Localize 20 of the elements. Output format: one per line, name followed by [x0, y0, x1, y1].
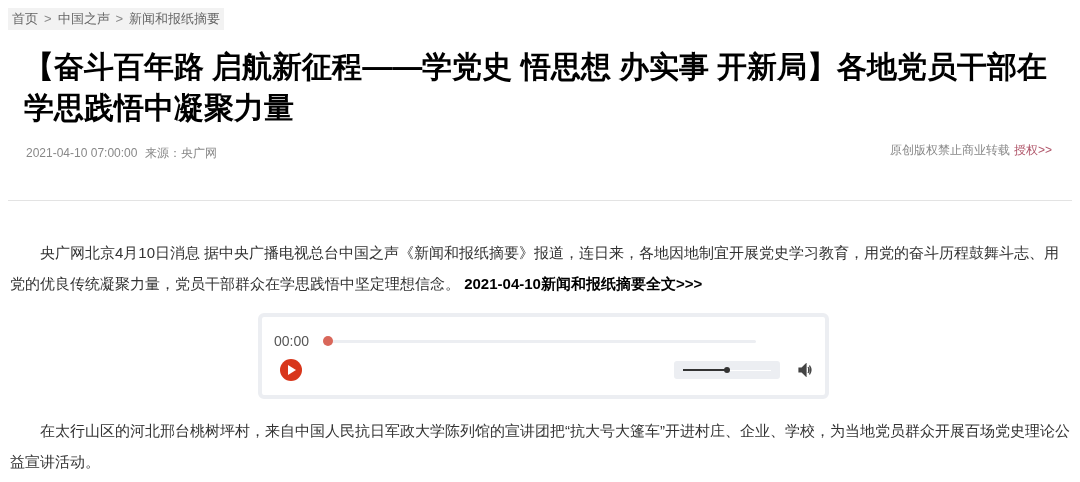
progress-thumb[interactable] [323, 335, 334, 346]
article-paragraph: 在太行山区的河北邢台桃树坪村，来自中国人民抗日军政大学陈列馆的宣讲团把“抗大号大篷车”开进村庄、企业、学校，为当地党员群众开展百场党史理论公益宣讲活动。 [10, 421, 1070, 472]
play-icon [286, 365, 296, 375]
volume-slider[interactable] [674, 361, 780, 379]
breadcrumb-link[interactable]: 首页 [12, 9, 38, 29]
copyright-notice: 原创版权禁止商业转载 [890, 142, 1010, 159]
article-title: 【奋斗百年路 启航新征程——学党史 悟思想 办实事 开新局】各地党员干部在学思践悟中凝聚力量 [24, 49, 1049, 126]
time-label: 00:00 [274, 333, 310, 349]
speaker-icon[interactable] [798, 363, 812, 377]
breadcrumb-link[interactable]: 新闻和报纸摘要 [129, 9, 221, 29]
breadcrumb-separator: > [115, 10, 124, 28]
volume-thumb[interactable] [724, 367, 730, 373]
article-source: 来源：央广网 [145, 145, 218, 162]
full-text-link[interactable]: 2021-04-10新闻和报纸摘要全文>>> [464, 275, 703, 292]
article-paragraph: 央广网北京4月10日消息 据中央广播电视总台中国之声《新闻和报纸摘要》报道，连日来，各地因地制宜开展党史学习教育，用党的奋斗历程鼓舞斗志、用党的优良传统凝聚力量，党员干部群众在学思践悟中坚定理想信念。 2021-04-10新闻和报纸摘要全文>>> [10, 243, 1061, 294]
publish-date: 2021-04-10 07:00:00 [26, 145, 138, 162]
breadcrumb-link[interactable]: 中国之声 [57, 9, 110, 29]
authorize-link[interactable]: 授权>> [1014, 141, 1052, 159]
breadcrumb-separator: > [44, 10, 52, 28]
play-button[interactable] [280, 359, 302, 381]
